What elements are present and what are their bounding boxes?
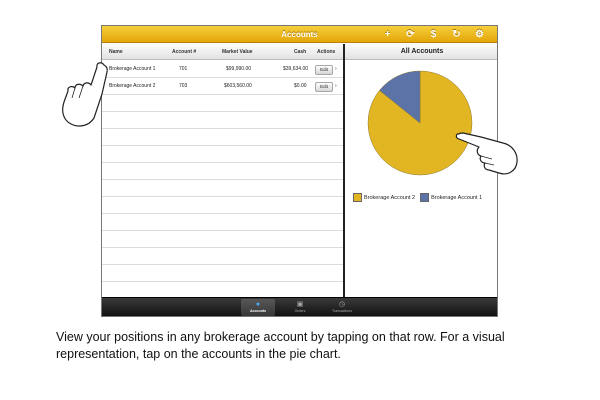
row-separator xyxy=(102,94,343,95)
row-separator xyxy=(102,264,343,265)
header-market-value[interactable]: Market Value xyxy=(222,44,253,60)
row-separator xyxy=(102,230,343,231)
legend-item[interactable]: Brokerage Account 2 xyxy=(353,193,415,202)
table-row[interactable]: Brokerage Account 1 701 $99,990.00 $39,6… xyxy=(102,61,343,78)
bottom-tab-bar: ● Accounts ▣ Orders ◷ Transactions xyxy=(102,297,497,316)
toolbar-icons: + ⟳ $ ↻ ⚙ xyxy=(376,26,491,43)
dollar-icon[interactable]: $ xyxy=(422,29,445,40)
edit-button[interactable]: Edit xyxy=(315,65,333,75)
legend-swatch xyxy=(420,193,430,202)
row-cash: $39,634.00 xyxy=(283,66,309,72)
tap-hand-icon xyxy=(62,62,108,127)
header-account-number[interactable]: Account # xyxy=(172,44,196,60)
row-separator xyxy=(102,213,343,214)
row-separator xyxy=(102,179,343,180)
top-navigation-bar: Accounts + ⟳ $ ↻ ⚙ xyxy=(102,26,497,43)
panel-title: All Accounts xyxy=(400,48,444,55)
add-icon[interactable]: + xyxy=(376,29,399,40)
accounts-table: Name Account # Market Value Cash Actions… xyxy=(102,44,343,299)
clock-icon: ◷ xyxy=(338,301,346,308)
header-cash[interactable]: Cash xyxy=(294,44,306,60)
legend-item[interactable]: Brokerage Account 1 xyxy=(420,193,482,202)
tab-transactions[interactable]: ◷ Transactions xyxy=(325,299,359,316)
row-separator xyxy=(102,247,343,248)
chevron-right-icon[interactable]: › xyxy=(335,78,337,95)
row-market-value: $603,560.00 xyxy=(224,83,252,89)
legend-label: Brokerage Account 2 xyxy=(364,194,416,201)
tab-orders[interactable]: ▣ Orders xyxy=(283,299,317,316)
row-account-number: 701 xyxy=(179,66,188,72)
row-separator xyxy=(102,128,343,129)
refresh-accounts-icon[interactable]: ⟳ xyxy=(399,29,422,40)
edit-button[interactable]: Edit xyxy=(315,82,333,92)
table-row[interactable]: Brokerage Account 2 703 $603,560.00 $0.0… xyxy=(102,78,343,95)
ipad-app-window: Accounts + ⟳ $ ↻ ⚙ Name Account # Market… xyxy=(101,25,498,317)
row-account-number: 703 xyxy=(179,83,188,89)
row-separator xyxy=(102,162,343,163)
chevron-right-icon[interactable]: › xyxy=(335,61,337,78)
tab-accounts[interactable]: ● Accounts xyxy=(241,299,275,316)
row-account-name: Brokerage Account 1 xyxy=(109,66,156,72)
row-cash: $0.00 xyxy=(294,83,307,89)
row-separator xyxy=(102,77,343,78)
globe-icon: ● xyxy=(255,301,261,308)
tab-label: Accounts xyxy=(250,309,266,313)
table-header: Name Account # Market Value Cash Actions xyxy=(102,44,343,60)
header-actions: Actions xyxy=(317,49,336,55)
row-market-value: $99,990.00 xyxy=(226,66,252,72)
row-separator xyxy=(102,281,343,282)
gear-icon[interactable]: ⚙ xyxy=(468,29,491,40)
tab-label: Orders xyxy=(294,309,306,313)
reload-icon[interactable]: ↻ xyxy=(445,29,468,40)
caption-text: View your positions in any brokerage acc… xyxy=(56,330,505,361)
row-separator xyxy=(102,111,343,112)
tab-label: Transactions xyxy=(332,309,352,313)
tap-hand-icon xyxy=(455,132,518,175)
row-account-name: Brokerage Account 2 xyxy=(109,83,156,89)
row-separator xyxy=(102,196,343,197)
row-separator xyxy=(102,145,343,146)
inbox-icon: ▣ xyxy=(296,301,304,308)
chart-legend: Brokerage Account 2 Brokerage Account 1 xyxy=(353,193,487,202)
legend-swatch xyxy=(353,193,362,202)
legend-label: Brokerage Account 1 xyxy=(431,194,483,201)
panel-header: All Accounts xyxy=(345,44,497,60)
